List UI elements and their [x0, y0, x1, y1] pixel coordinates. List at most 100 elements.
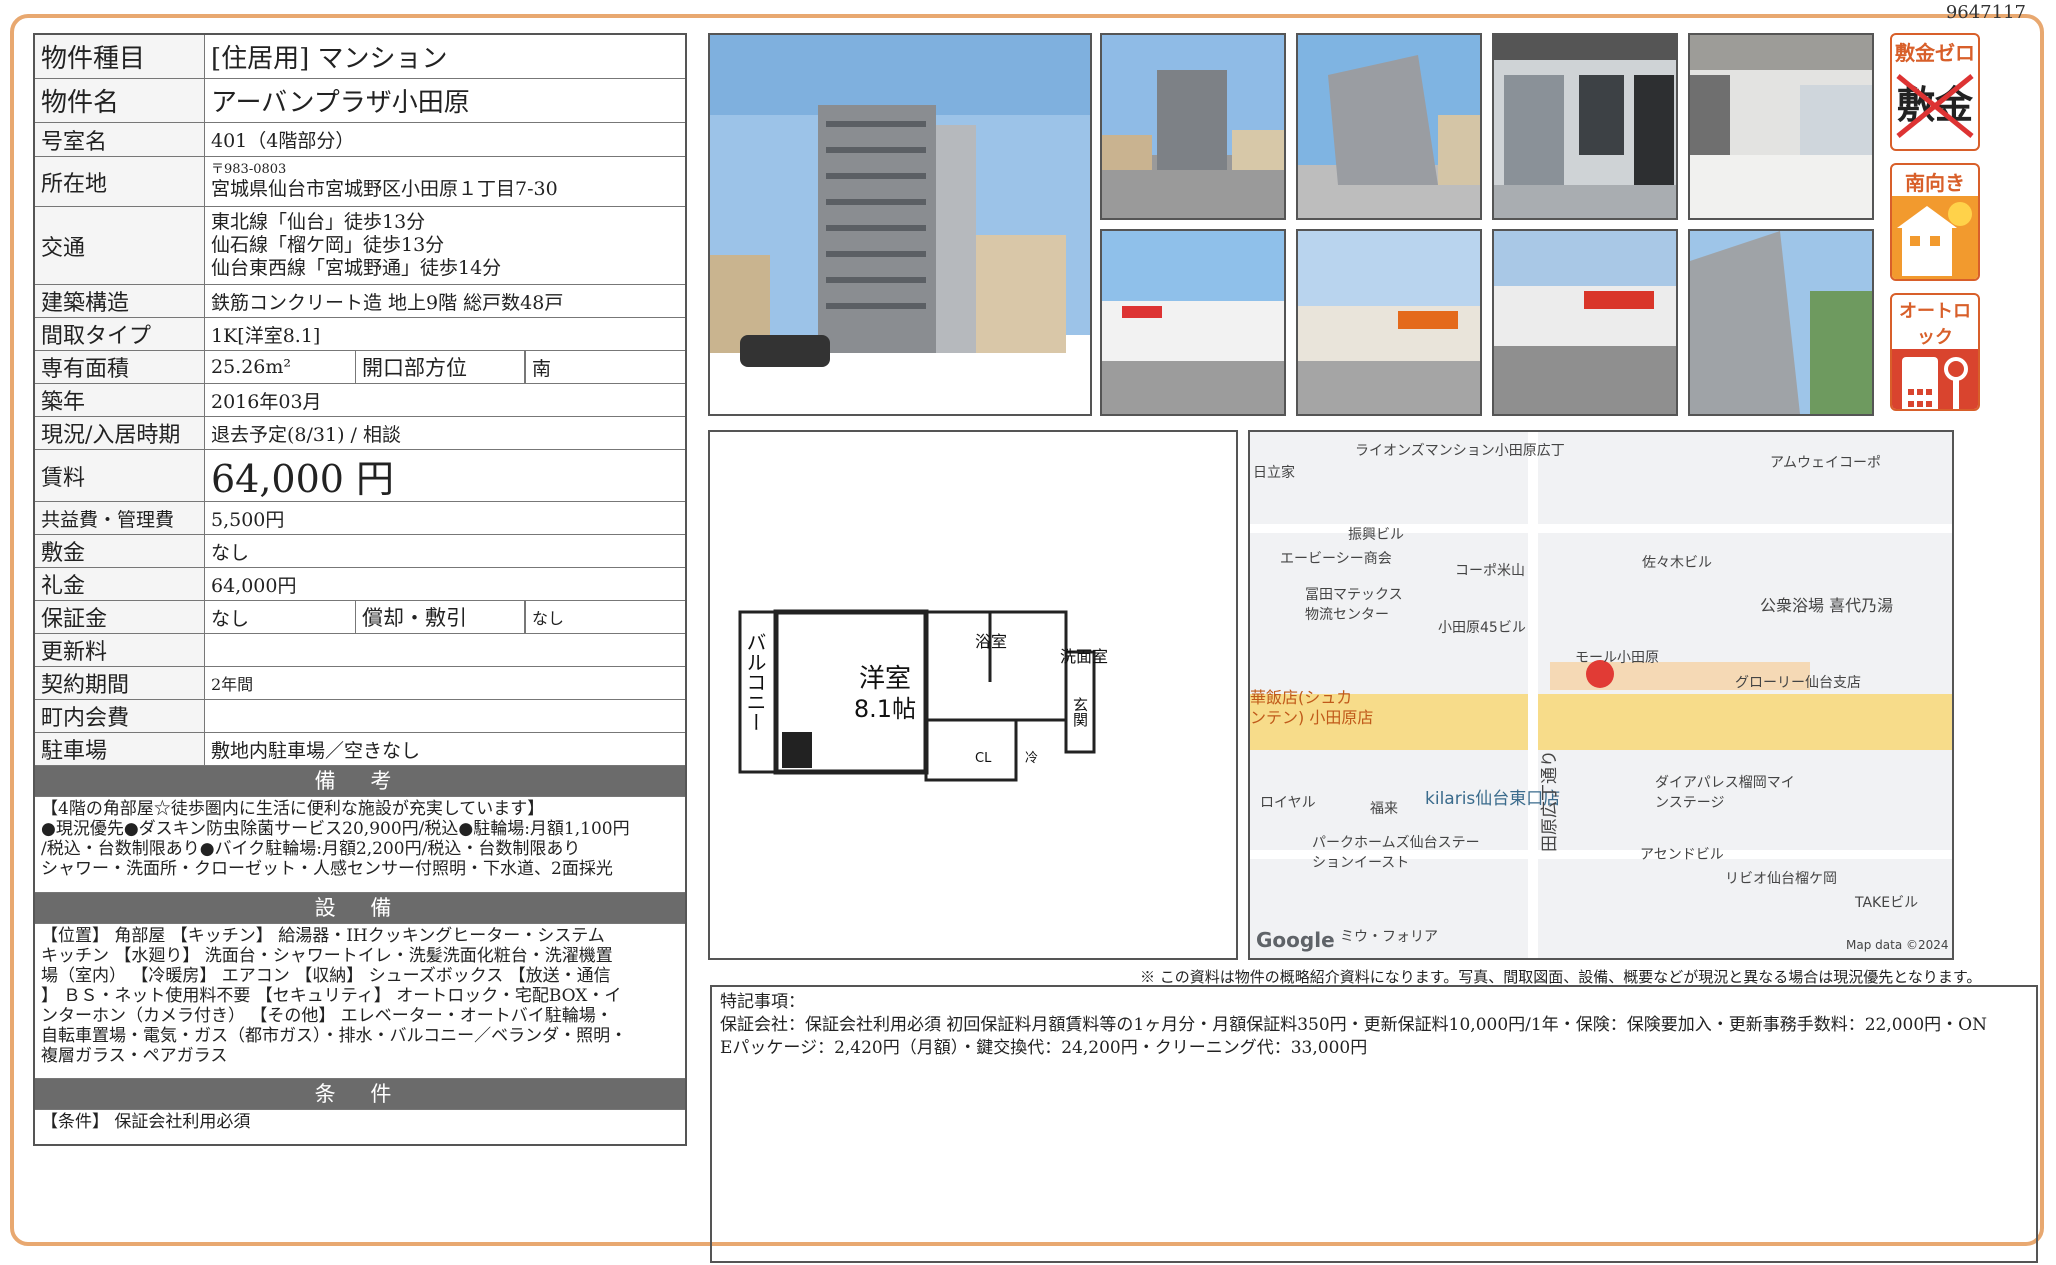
- floorplan-panel[interactable]: バルコニー 洋室 8.1帖 洗面室 浴室 玄関 CL 冷: [708, 430, 1238, 960]
- fridge-label: 冷: [1025, 751, 1038, 766]
- row-rent: 賃料 64,000 円: [35, 450, 685, 502]
- structure-label: 建築構造: [35, 285, 205, 317]
- room-label: 号室名: [35, 123, 205, 156]
- document-id: 9647117: [1945, 2, 2026, 23]
- remarks-line: 【4階の角部屋☆徒歩圏内に生活に便利な施設が充実しています】: [41, 799, 545, 819]
- row-built: 築年 2016年03月: [35, 384, 685, 417]
- transport-line: 仙石線「榴ケ岡」徒歩13分: [211, 234, 445, 257]
- amort-label: 償却・敷引: [355, 601, 525, 633]
- layout-label: 間取タイプ: [35, 318, 205, 350]
- transport-line: 仙台東西線「宮城野通」徒歩14分: [211, 256, 502, 279]
- photo-supermarket-2[interactable]: [1296, 229, 1482, 416]
- row-status: 現況/入居時期 退去予定(8/31) / 相談: [35, 417, 685, 450]
- facilities-line: 複層ガラス・ペアガラス: [41, 1046, 228, 1067]
- facilities-text: 【位置】 角部屋 【キッチン】 給湯器・IHクッキングヒーター・システム キッチ…: [35, 924, 685, 1079]
- address-value: 〒983-0803 宮城県仙台市宮城野区小田原１丁目7-30: [205, 157, 685, 206]
- special-line: Eパッケージ：2,420円（月額）・鍵交換代：24,200円・クリーニング代：3…: [720, 1037, 1368, 1058]
- remarks-text: 【4階の角部屋☆徒歩圏内に生活に便利な施設が充実しています】 ●現況優先●ダスキ…: [35, 797, 685, 893]
- row-parking: 駐車場 敷地内駐車場／空きなし: [35, 733, 685, 766]
- sun-house-icon: [1892, 196, 1978, 279]
- community-value: [205, 700, 685, 732]
- badge-autolock: オートロック: [1890, 293, 1980, 411]
- entrance-label: 玄関: [1071, 697, 1089, 728]
- built-label: 築年: [35, 384, 205, 416]
- map-label: 小田原45ビル: [1438, 620, 1526, 636]
- row-layout: 間取タイプ 1K[洋室8.1]: [35, 318, 685, 351]
- layout-value: 1K[洋室8.1]: [211, 324, 321, 347]
- map-label: 振興ビル: [1348, 527, 1404, 543]
- row-keymoney: 礼金 64,000円: [35, 568, 685, 601]
- row-contract: 契約期間 2年間: [35, 667, 685, 700]
- guarantee-label: 保証金: [35, 601, 205, 633]
- map-label: コーポ米山: [1455, 563, 1525, 579]
- badge-title: 南向き: [1905, 171, 1965, 195]
- row-renewal: 更新料: [35, 634, 685, 667]
- special-notes: 特記事項： 保証会社：保証会社利用必須 初回保証料月額賃料等の1ヶ月分・月額保証…: [710, 985, 2038, 1263]
- row-area: 専有面積 25.26m² 開口部方位 南: [35, 351, 685, 384]
- status-label: 現況/入居時期: [35, 417, 205, 449]
- type-value: [住居用] マンション: [211, 44, 448, 74]
- bath-label: 浴室: [975, 632, 1007, 651]
- no-deposit-icon: 敷金: [1896, 74, 1974, 138]
- photo-supermarket-1[interactable]: [1100, 229, 1286, 416]
- guarantee-value: なし: [211, 607, 250, 630]
- built-value: 2016年03月: [211, 390, 322, 413]
- badge-title: 敷金ゼロ: [1895, 41, 1975, 65]
- map-label: 田原広丁通り: [1540, 750, 1560, 852]
- conditions-text: 【条件】 保証会社利用必須: [41, 1112, 251, 1132]
- facilities-line: 】 ＢＳ・ネット使用料不要 【セキュリティ】 オートロック・宅配BOX・イ: [41, 986, 622, 1007]
- map-label: 公衆浴場 喜代乃湯: [1760, 596, 1894, 615]
- map-label: ライオンズマンション小田原広丁: [1355, 443, 1565, 459]
- badge-no-deposit: 敷金ゼロ 敷金: [1890, 33, 1980, 151]
- location-map[interactable]: ライオンズマンション小田原広丁 アムウェイコーポ 日立家 振興ビル エービーシー…: [1248, 430, 1954, 960]
- rent-label: 賃料: [35, 450, 205, 501]
- keymoney-value: 64,000円: [211, 574, 297, 597]
- row-address: 所在地 〒983-0803 宮城県仙台市宮城野区小田原１丁目7-30: [35, 157, 685, 207]
- contract-value: 2年間: [211, 675, 254, 694]
- photo-lobby[interactable]: [1688, 33, 1874, 220]
- autolock-icon: [1892, 349, 1978, 409]
- photo-entrance[interactable]: [1492, 33, 1678, 220]
- deposit-label: 敷金: [35, 535, 205, 567]
- address-text: 宮城県仙台市宮城野区小田原１丁目7-30: [211, 177, 558, 200]
- keymoney-label: 礼金: [35, 568, 205, 600]
- special-line: 保証会社：保証会社利用必須 初回保証料月額賃料等の1ヶ月分・月額保証料350円・…: [720, 1014, 1987, 1035]
- transport-label: 交通: [35, 207, 205, 284]
- map-label: 日立家: [1253, 465, 1295, 481]
- row-community: 町内会費: [35, 700, 685, 733]
- map-label: エービーシー商会: [1280, 551, 1392, 567]
- map-drawing: [1250, 432, 1952, 958]
- name-label: 物件名: [35, 79, 205, 122]
- facilities-title: 設 備: [35, 893, 685, 924]
- parking-value: 敷地内駐車場／空きなし: [211, 739, 421, 762]
- row-guarantee: 保証金 なし 償却・敷引 なし: [35, 601, 685, 634]
- remarks-line: ●現況優先●ダスキン防虫除菌サービス20,900円/税込●駐輪場:月額1,100…: [41, 819, 630, 840]
- fee-label: 共益費・管理費: [35, 502, 205, 534]
- renewal-label: 更新料: [35, 634, 205, 666]
- row-structure: 建築構造 鉄筋コンクリート造 地上9階 総戸数48戸: [35, 285, 685, 318]
- map-label: TAKEビル: [1855, 895, 1919, 911]
- remarks-line: シャワー・洗面所・クローゼット・人感センサー付照明・下水道、2面採光: [41, 859, 613, 880]
- community-label: 町内会費: [35, 700, 205, 732]
- facilities-line: キッチン 【水廻り】 洗面台・シャワートイレ・洗髪洗面化粧台・洗濯機置: [41, 946, 613, 967]
- photo-drugstore[interactable]: [1492, 229, 1678, 416]
- map-label: ンテン) 小田原店: [1250, 708, 1374, 727]
- rent-value: 64,000 円: [211, 457, 395, 501]
- deposit-value: なし: [211, 541, 250, 564]
- renewal-value: [205, 634, 685, 666]
- row-type: 物件種目 [住居用] マンション: [35, 35, 685, 79]
- photo-exterior-street[interactable]: [1100, 33, 1286, 220]
- map-label: 福来: [1370, 801, 1398, 817]
- photo-building-side[interactable]: [1688, 229, 1874, 416]
- row-room: 号室名 401（4階部分）: [35, 123, 685, 157]
- washroom-label: 洗面室: [1060, 647, 1108, 666]
- photo-exterior-angle[interactable]: [1296, 33, 1482, 220]
- main-building-photo[interactable]: [708, 33, 1092, 416]
- map-label: ダイアパレス榴岡マインステージ: [1655, 775, 1795, 811]
- contract-label: 契約期間: [35, 667, 205, 699]
- map-label: リビオ仙台榴ケ岡: [1725, 871, 1837, 887]
- room-size: 8.1帖: [854, 695, 916, 723]
- map-label: グローリー仙台支店: [1735, 675, 1861, 691]
- postal-code: 〒983-0803: [211, 162, 287, 178]
- facilities-line: 自転車置場・電気・ガス（都市ガス）・排水・バルコニー／ベランダ・照明・: [41, 1026, 628, 1047]
